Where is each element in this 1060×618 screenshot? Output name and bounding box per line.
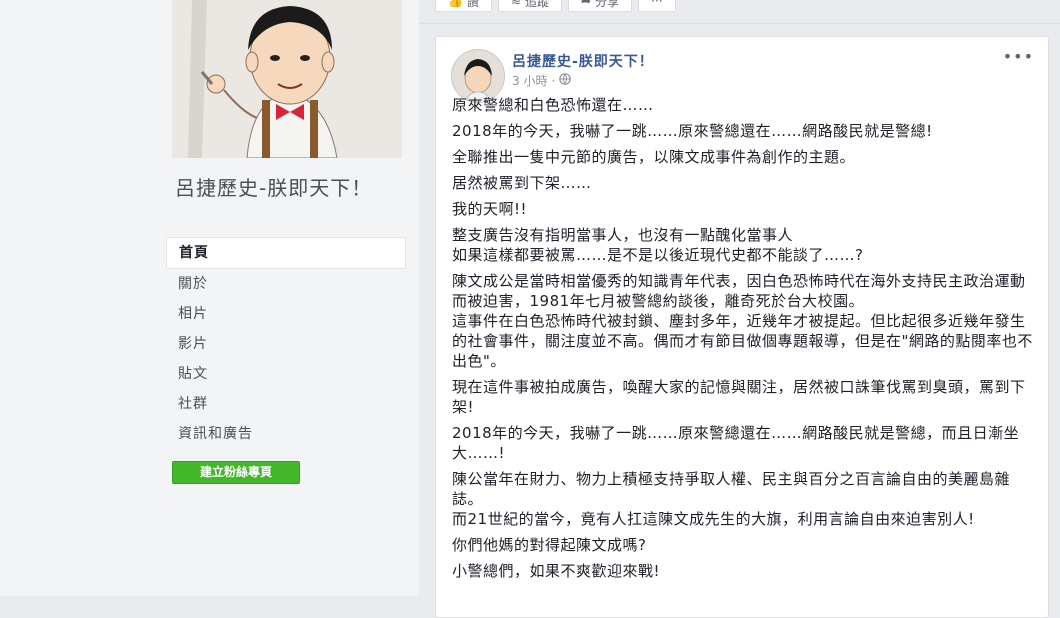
nav-item-photos[interactable]: 相片 — [166, 299, 406, 329]
nav-item-videos[interactable]: 影片 — [166, 329, 406, 359]
post-meta: 3 小時 · — [512, 72, 572, 89]
post-paragraph: 2018年的今天，我嚇了一跳……原來警總還在……網路酸民就是警總! — [452, 122, 933, 140]
post-paragraph: 全聯推出一隻中元節的廣告，以陳文成事件為創作的主題。 — [452, 148, 856, 166]
post-author-link[interactable]: 呂捷歷史-朕即天下！ — [512, 51, 654, 71]
create-page-button[interactable]: 建立粉絲專頁 — [172, 461, 300, 484]
post-card: 呂捷歷史-朕即天下！ 3 小時 · ••• 原來警總和白色恐怖還在…… 2018… — [435, 36, 1049, 618]
nav-item-home[interactable]: 首頁 — [166, 237, 406, 269]
more-icon: ··· — [651, 0, 663, 8]
page-name-heading: 呂捷歷史-朕即天下！ — [175, 176, 373, 200]
rss-icon: ≋ — [510, 0, 522, 8]
post-paragraph: 2018年的今天，我嚇了一跳……原來警總還在……網路酸民就是警總，而且日漸坐大…… — [452, 424, 1020, 462]
nav-item-info-ads[interactable]: 資訊和廣告 — [166, 419, 406, 449]
meta-dot: · — [551, 73, 556, 88]
more-actions-button[interactable]: ··· — [638, 0, 676, 12]
nav-item-about[interactable]: 關於 — [166, 269, 406, 299]
post-paragraph: 居然被罵到下架…… — [452, 174, 592, 192]
page-nav: 首頁 關於 相片 影片 貼文 社群 資訊和廣告 — [166, 237, 406, 449]
post-paragraph: 我的天啊!! — [452, 200, 528, 218]
follow-label: 追蹤 — [525, 0, 550, 9]
globe-icon — [559, 73, 572, 88]
like-icon: 👍 — [448, 0, 463, 8]
post-paragraph: 你們他媽的對得起陳文成嗎? — [452, 536, 647, 554]
nav-item-community[interactable]: 社群 — [166, 389, 406, 419]
post-paragraph: 陳文成公是當時相當優秀的知識青年代表，因白色恐怖時代在海外支持民主政治運動而被迫… — [452, 272, 1033, 370]
post-paragraph: 小警總們，如果不爽歡迎來戰! — [452, 562, 661, 580]
post-paragraph: 現在這件事被拍成廣告，喚醒大家的記憶與關注，居然被口誅筆伐罵到臭頭，罵到下架! — [452, 378, 1026, 416]
post-options-button[interactable]: ••• — [1003, 47, 1034, 66]
share-icon: ➦ — [581, 0, 592, 8]
post-paragraph: 原來警總和白色恐怖還在…… — [452, 96, 654, 114]
cartoon-portrait-icon — [172, 0, 402, 158]
page-action-bar: 👍 讚 ≋ 追蹤 ➦ 分享 ··· — [435, 0, 715, 12]
divider — [419, 23, 1060, 24]
like-button[interactable]: 👍 讚 — [435, 0, 492, 12]
left-sidebar: 呂捷歷史-朕即天下！ 首頁 關於 相片 影片 貼文 社群 資訊和廣告 建立粉絲專… — [0, 0, 419, 596]
share-label: 分享 — [595, 0, 620, 9]
follow-button[interactable]: ≋ 追蹤 — [497, 0, 563, 12]
post-timestamp[interactable]: 3 小時 — [512, 72, 547, 89]
post-body: 原來警總和白色恐怖還在…… 2018年的今天，我嚇了一跳……原來警總還在……網路… — [452, 95, 1037, 587]
nav-item-posts[interactable]: 貼文 — [166, 359, 406, 389]
like-label: 讚 — [466, 0, 479, 9]
share-button[interactable]: ➦ 分享 — [568, 0, 633, 12]
page-cover-image[interactable] — [172, 0, 402, 158]
post-paragraph: 陳公當年在財力、物力上積極支持爭取人權、民主與百分之百言論自由的美麗島雜誌。 而… — [452, 470, 1011, 528]
post-paragraph: 整支廣告沒有指明當事人，也沒有一點醜化當事人 如果這樣都要被罵……是不是以後近現… — [452, 226, 864, 264]
